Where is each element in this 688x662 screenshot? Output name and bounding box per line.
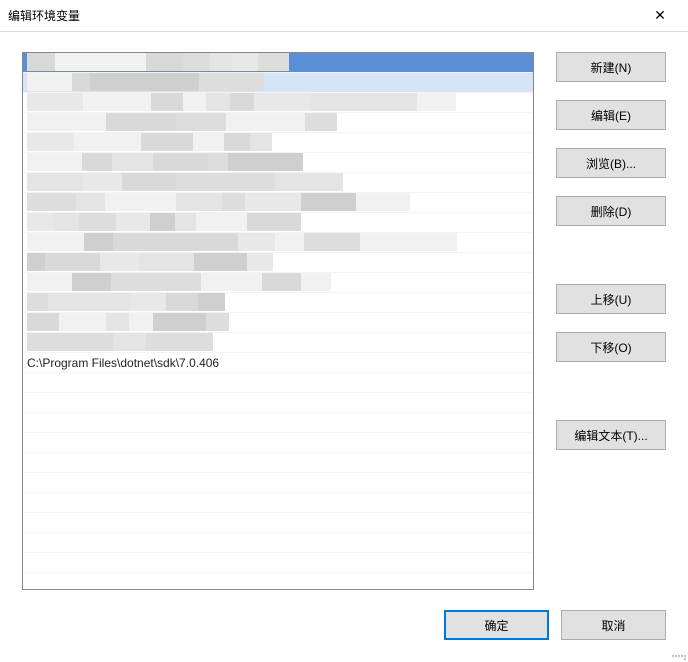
list-item[interactable] xyxy=(23,53,533,73)
list-item[interactable] xyxy=(23,273,533,293)
window-title: 编辑环境变量 xyxy=(8,7,640,24)
cancel-button-label: 取消 xyxy=(601,619,625,633)
move-down-button-label: 下移(O) xyxy=(590,341,631,355)
new-button-label: 新建(N) xyxy=(591,61,632,75)
list-item[interactable] xyxy=(23,73,533,93)
list-item[interactable] xyxy=(23,333,533,353)
list-item[interactable] xyxy=(23,293,533,313)
close-button[interactable]: ✕ xyxy=(640,2,680,30)
ok-button-label: 确定 xyxy=(484,619,508,633)
move-down-button[interactable]: 下移(O) xyxy=(556,332,666,362)
list-item[interactable] xyxy=(23,173,533,193)
list-item[interactable] xyxy=(23,513,533,533)
bottom-buttons: 确定 取消 xyxy=(444,610,666,640)
move-up-button-label: 上移(U) xyxy=(591,293,632,307)
list-item[interactable] xyxy=(23,253,533,273)
edit-text-button-label: 编辑文本(T)... xyxy=(574,429,647,443)
list-item[interactable] xyxy=(23,393,533,413)
list-item[interactable] xyxy=(23,453,533,473)
path-listbox[interactable]: C:\Program Files\dotnet\sdk\7.0.406 xyxy=(22,52,534,590)
list-item[interactable] xyxy=(23,233,533,253)
delete-button[interactable]: 删除(D) xyxy=(556,196,666,226)
list-item[interactable] xyxy=(23,373,533,393)
edit-text-button[interactable]: 编辑文本(T)... xyxy=(556,420,666,450)
dialog-body: C:\Program Files\dotnet\sdk\7.0.406 新建(N… xyxy=(0,32,688,662)
list-item[interactable] xyxy=(23,313,533,333)
delete-button-label: 删除(D) xyxy=(591,205,632,219)
edit-button[interactable]: 编辑(E) xyxy=(556,100,666,130)
edit-button-label: 编辑(E) xyxy=(591,109,631,123)
list-item[interactable] xyxy=(23,553,533,573)
list-item[interactable] xyxy=(23,433,533,453)
list-item[interactable] xyxy=(23,133,533,153)
list-item[interactable] xyxy=(23,113,533,133)
main-area: C:\Program Files\dotnet\sdk\7.0.406 新建(N… xyxy=(22,52,666,590)
list-item-visible[interactable]: C:\Program Files\dotnet\sdk\7.0.406 xyxy=(23,353,533,373)
browse-button-label: 浏览(B)... xyxy=(586,157,636,171)
titlebar: 编辑环境变量 ✕ xyxy=(0,0,688,32)
ok-button[interactable]: 确定 xyxy=(444,610,549,640)
list-item[interactable] xyxy=(23,493,533,513)
list-item[interactable] xyxy=(23,473,533,493)
move-up-button[interactable]: 上移(U) xyxy=(556,284,666,314)
close-icon: ✕ xyxy=(654,7,666,24)
side-buttons: 新建(N) 编辑(E) 浏览(B)... 删除(D) 上移(U) 下移(O) 编… xyxy=(556,52,666,590)
resize-grip-icon xyxy=(672,646,686,660)
cancel-button[interactable]: 取消 xyxy=(561,610,666,640)
list-item[interactable] xyxy=(23,153,533,173)
list-item[interactable] xyxy=(23,213,533,233)
list-item[interactable] xyxy=(23,413,533,433)
list-item[interactable] xyxy=(23,93,533,113)
list-item[interactable] xyxy=(23,193,533,213)
browse-button[interactable]: 浏览(B)... xyxy=(556,148,666,178)
new-button[interactable]: 新建(N) xyxy=(556,52,666,82)
list-item[interactable] xyxy=(23,533,533,553)
